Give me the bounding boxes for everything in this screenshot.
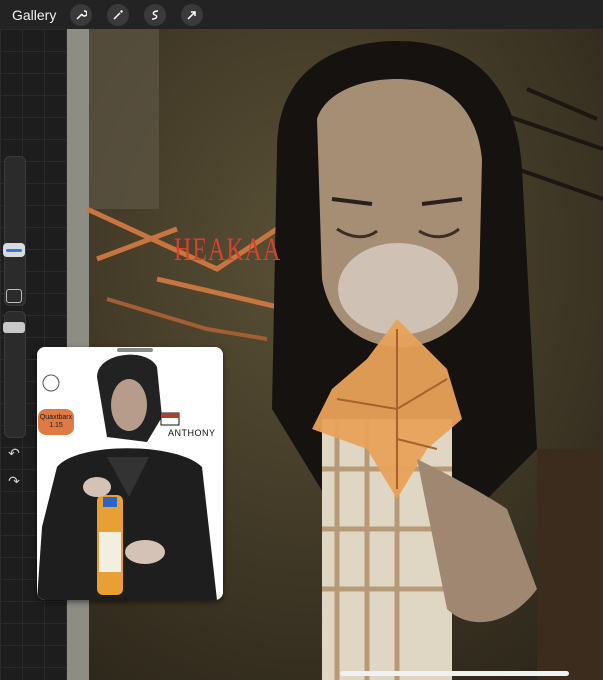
reference-grabber[interactable] [117, 348, 153, 352]
home-indicator[interactable] [340, 671, 569, 676]
selection-icon[interactable] [144, 3, 167, 26]
gallery-button[interactable]: Gallery [12, 7, 56, 23]
artwork-title-text: HEAKAA [174, 233, 282, 269]
redo-icon[interactable]: ↷ [6, 473, 22, 489]
brush-size-indicator [6, 248, 22, 252]
square-modify-icon[interactable] [6, 289, 22, 303]
opacity-thumb[interactable] [3, 322, 25, 333]
brush-size-slider[interactable] [4, 156, 26, 306]
magic-wand-icon[interactable] [107, 3, 130, 26]
reference-panel[interactable] [37, 347, 223, 600]
transform-arrow-icon[interactable] [181, 3, 204, 26]
brush-size-thumb[interactable] [3, 243, 25, 257]
reference-name-text: ANTHONY [168, 428, 216, 438]
reference-image [37, 347, 223, 600]
undo-icon[interactable]: ↶ [6, 445, 22, 461]
reference-sticker: Quaxtbarx 1.15 [38, 409, 74, 435]
wrench-icon[interactable] [70, 3, 93, 26]
top-toolbar: Gallery [0, 0, 603, 29]
